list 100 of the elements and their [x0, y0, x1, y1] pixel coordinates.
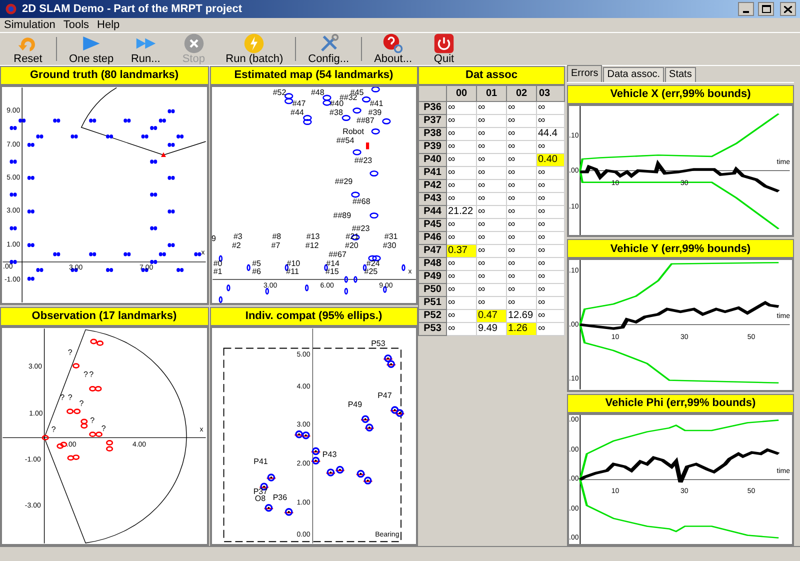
row-header: P38 — [418, 128, 446, 140]
point-label: P36 — [272, 494, 288, 502]
maximize-button[interactable] — [758, 2, 774, 16]
maximize-icon — [762, 5, 770, 13]
point-label: #1 — [213, 268, 222, 276]
point-label: #40 — [330, 100, 344, 108]
point-label: #41 — [370, 100, 384, 108]
point-label: #25 — [364, 268, 378, 276]
toolbar-button[interactable]: About... — [366, 33, 420, 65]
panel-title: Vehicle Y (err,99% bounds) — [567, 239, 794, 258]
panel-title: Estimated map (54 landmarks) — [210, 66, 418, 85]
point-label: Robot — [342, 128, 364, 136]
menu-item[interactable]: Simulation — [4, 20, 56, 30]
point-label: #48 — [310, 89, 324, 98]
point-label: #11 — [286, 268, 299, 276]
point-label: ? — [60, 394, 65, 402]
tab[interactable]: Stats — [665, 67, 696, 82]
point-label: P47 — [378, 392, 392, 400]
point-label: #15 — [326, 268, 339, 276]
row-header: P37 — [418, 114, 446, 128]
column-header: 02 — [506, 86, 536, 102]
point-label: #12 — [305, 242, 319, 250]
point-label: ##67 — [328, 250, 346, 259]
point-label: #2 — [232, 242, 241, 250]
point-label: 9 — [212, 235, 216, 244]
row-header: P49 — [418, 270, 446, 284]
menu-item[interactable]: Tools — [63, 20, 90, 30]
point-label: ##23 — [354, 156, 372, 165]
point-label: ##54 — [336, 136, 354, 145]
column-header: 01 — [476, 86, 506, 102]
point-label: #47 — [292, 100, 306, 108]
point-label: #5 — [252, 260, 261, 268]
toolbar-button[interactable]: Run... — [122, 33, 170, 65]
row-header: P39 — [418, 140, 446, 154]
point-label: #30 — [382, 242, 396, 250]
app-icon — [4, 2, 18, 16]
row-header: P44 — [418, 206, 446, 218]
panel-title: Vehicle Phi (err,99% bounds) — [567, 394, 794, 413]
point-label: #52 — [272, 89, 286, 98]
toolbar-button[interactable]: Run (batch) — [218, 33, 292, 65]
point-label: ? — [89, 371, 94, 380]
point-label: ? — [101, 424, 106, 433]
point-label: P43 — [322, 451, 337, 460]
panel-title: Ground truth (80 landmarks) — [0, 66, 208, 85]
point-label: #0 — [213, 260, 222, 268]
panel-title: Observation (17 landmarks) — [0, 307, 208, 326]
tab[interactable]: Data assoc. — [603, 67, 664, 82]
window-title: 2D SLAM Demo - Part of the MRPT project — [22, 2, 244, 17]
row-header: P43 — [418, 192, 446, 206]
toolbar-button[interactable]: One step — [61, 33, 122, 65]
point-label: #24 — [366, 260, 380, 268]
point-label: #44 — [290, 109, 304, 118]
point-label: #14 — [326, 260, 340, 268]
point-label: ? — [83, 371, 88, 380]
row-header: P52 — [418, 310, 446, 322]
point-label: #7 — [271, 242, 280, 250]
row-header: P42 — [418, 180, 446, 192]
point-label: P53 — [371, 340, 386, 348]
point-label: P37 — [253, 488, 268, 496]
tab[interactable]: Errors — [567, 65, 602, 82]
row-header: P53 — [418, 322, 446, 336]
row-header: P51 — [418, 296, 446, 310]
point-label: #38 — [330, 109, 343, 118]
point-label: #10 — [286, 260, 300, 268]
point-label: ##23 — [352, 224, 370, 233]
point-label: P41 — [254, 458, 268, 466]
panel-title: Vehicle X (err,99% bounds) — [567, 85, 794, 104]
point-label: #39 — [368, 109, 382, 118]
point-label: ##87 — [356, 117, 374, 126]
panel-title: Indiv. compat (95% ellips.) — [210, 307, 418, 326]
row-header: P41 — [418, 166, 446, 180]
point-label: ? — [68, 394, 72, 402]
point-label: O8 — [254, 495, 266, 504]
panel-title: Dat assoc — [418, 66, 565, 85]
toolbar-button[interactable]: Reset — [4, 33, 52, 65]
minimize-button[interactable] — [738, 2, 754, 16]
point-label: #3 — [233, 233, 242, 242]
toolbar-button[interactable]: Config... — [300, 33, 358, 65]
point-label: ##89 — [333, 212, 352, 220]
menu-item[interactable]: Help — [97, 20, 120, 30]
close-icon — [784, 6, 792, 12]
point-label: ? — [51, 426, 56, 434]
row-header: P45 — [418, 218, 446, 232]
row-header: P40 — [418, 154, 446, 166]
point-label: #31 — [384, 233, 398, 242]
point-label: #6 — [252, 268, 261, 276]
row-header: P36 — [418, 102, 446, 114]
toolbar-button[interactable]: Quit — [420, 33, 468, 65]
point-label: ? — [90, 417, 95, 426]
row-header: P47 — [418, 244, 446, 258]
point-label: ? — [79, 400, 84, 408]
point-label: ? — [68, 348, 72, 357]
column-header: 03 — [536, 86, 564, 102]
row-header: P46 — [418, 232, 446, 244]
close-button[interactable] — [780, 2, 796, 16]
minimize-icon — [743, 11, 749, 13]
point-label: P49 — [348, 400, 362, 409]
point-label: ##68 — [352, 198, 370, 206]
row-header: P50 — [418, 284, 446, 296]
point-label: #20 — [345, 242, 358, 250]
